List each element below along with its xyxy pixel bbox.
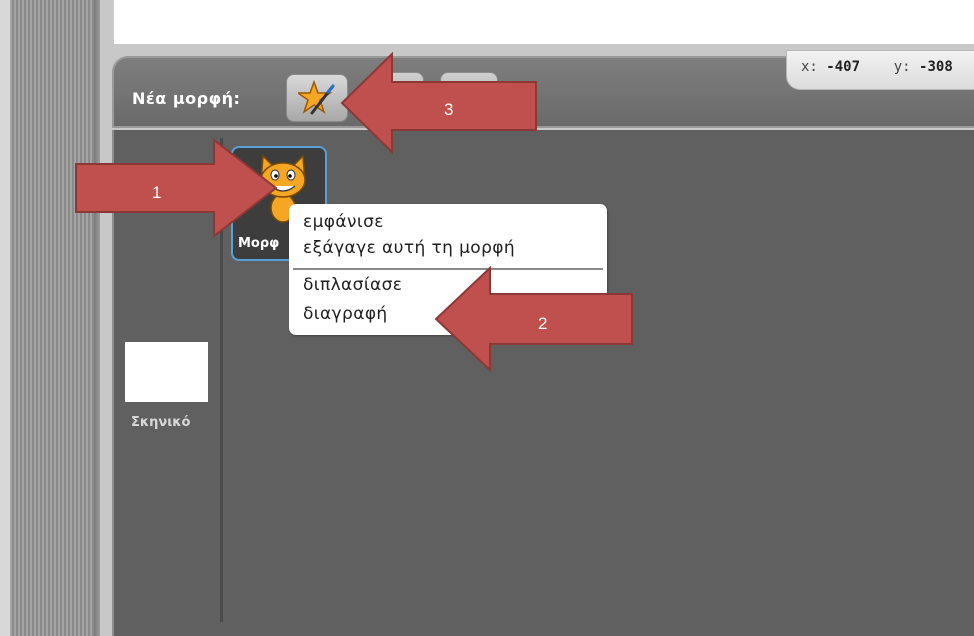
x-coordinate-value: -407 xyxy=(826,59,861,75)
menu-item-export-sprite[interactable]: εξάγαγε αυτή τη μορφή xyxy=(303,238,515,258)
annotation-arrow-2 xyxy=(434,265,633,373)
y-coordinate-value: -308 xyxy=(919,59,953,75)
menu-item-show[interactable]: εμφάνισε xyxy=(303,212,384,232)
menu-item-duplicate[interactable]: διπλασίασε xyxy=(303,275,402,295)
annotation-arrow-1 xyxy=(75,137,278,239)
left-scrollbar-cap xyxy=(0,0,10,636)
annotation-arrow-3 xyxy=(340,51,537,155)
annotation-number-3: 3 xyxy=(444,100,454,119)
x-coordinate-label: x: xyxy=(801,59,818,75)
stage-bottom-edge xyxy=(114,0,974,44)
menu-item-delete[interactable]: διαγραφή xyxy=(303,304,388,324)
y-coordinate-label: y: xyxy=(893,59,911,75)
paint-star-icon xyxy=(298,80,335,115)
stage-thumbnail[interactable] xyxy=(125,342,208,402)
stage-label: Σκηνικό xyxy=(131,415,191,430)
annotation-number-2: 2 xyxy=(538,314,548,333)
mouse-coordinates: x: -407 y: -308 xyxy=(786,50,974,90)
new-sprite-label: Νέα μορφή: xyxy=(132,89,241,108)
left-scrollbar[interactable] xyxy=(0,0,98,636)
annotation-number-1: 1 xyxy=(152,183,162,202)
